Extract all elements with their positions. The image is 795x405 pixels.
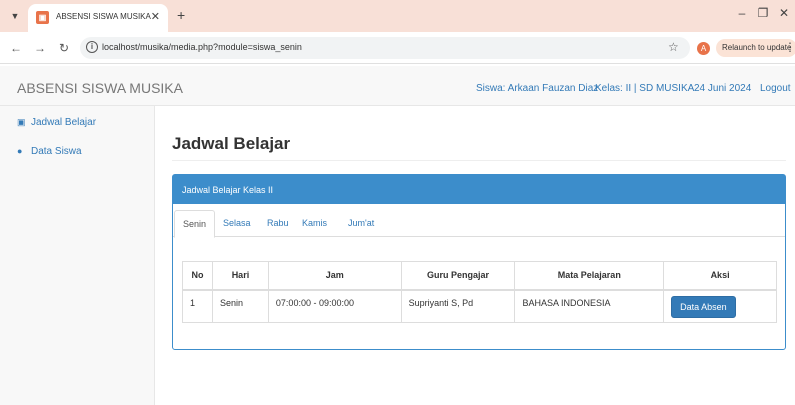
nav-date[interactable]: 24 Juni 2024 [694,83,751,94]
cell-mapel: BAHASA INDONESIA [514,289,665,323]
header-jam: Jam [267,261,402,291]
browser-tab-bar: ▼ ▣ ABSENSI SISWA MUSIKA ✕ + – ❐ ✕ [0,0,795,32]
page-title: Jadwal Belajar [172,134,291,153]
app-brand[interactable]: ABSENSI SISWA MUSIKA [17,80,183,96]
tab-senin[interactable]: Senin [174,210,216,238]
header-mapel: Mata Pelajaran [514,261,665,291]
panel-heading: Jadwal Belajar Kelas II [173,175,785,204]
bookmark-star-icon[interactable]: ☆ [668,40,679,54]
back-arrow-icon[interactable]: ← [9,41,23,55]
cell-aksi: Data Absen [663,289,777,323]
sidebar: ▣ Jadwal Belajar ● Data Siswa [0,106,155,405]
url-text[interactable]: localhost/musika/media.php?module=siswa_… [102,42,302,52]
header-aksi: Aksi [663,261,777,291]
nav-student[interactable]: Siswa: Arkaan Fauzan Diaz [476,83,598,94]
cell-hari: Senin [211,289,269,323]
users-icon: ● [17,146,23,156]
sidebar-item-label: Data Siswa [31,146,82,157]
logout-link[interactable]: Logout [760,83,791,94]
new-tab-icon[interactable]: + [177,7,185,23]
browser-tab[interactable]: ▣ ABSENSI SISWA MUSIKA ✕ [28,4,168,32]
header-guru: Guru Pengajar [400,261,516,291]
cell-no: 1 [182,289,213,323]
menu-kebab-icon[interactable]: ⋮ [784,40,795,54]
browser-toolbar: ← → ↻ i localhost/musika/media.php?modul… [0,32,795,64]
sidebar-item-jadwal-belajar[interactable]: ▣ Jadwal Belajar [17,117,96,128]
day-tabs: Senin Selasa Rabu Kamis Jum'at [173,210,785,238]
profile-avatar[interactable]: A [697,42,710,55]
tab-rabu[interactable]: Rabu [259,210,297,237]
schedule-table: No Hari Jam Guru Pengajar Mata Pelajaran… [182,261,777,323]
header-hari: Hari [211,261,269,291]
table-row: 1 Senin 07:00:00 - 09:00:00 Supriyanti S… [182,289,777,323]
forward-arrow-icon[interactable]: → [33,41,47,55]
tab-title: ABSENSI SISWA MUSIKA [56,12,151,21]
app-navbar: ABSENSI SISWA MUSIKA Siswa: Arkaan Fauza… [0,66,795,106]
image-icon: ▣ [17,117,26,127]
sidebar-item-data-siswa[interactable]: ● Data Siswa [17,146,82,157]
tab-jumat[interactable]: Jum'at [340,210,382,237]
address-bar[interactable]: i localhost/musika/media.php?module=sisw… [80,37,690,59]
sidebar-item-label: Jadwal Belajar [31,117,97,128]
data-absen-button[interactable]: Data Absen [671,295,736,318]
minimize-icon[interactable]: – [734,6,750,20]
favicon-icon: ▣ [36,11,49,24]
nav-class[interactable]: Kelas: II | SD MUSIKA [595,83,694,94]
tab-kamis[interactable]: Kamis [294,210,335,237]
panel-title: Jadwal Belajar Kelas II [182,185,274,195]
cell-jam: 07:00:00 - 09:00:00 [267,289,402,323]
reload-icon[interactable]: ↻ [57,41,71,55]
tab-close-icon[interactable]: ✕ [151,10,160,23]
site-info-icon[interactable]: i [86,41,98,53]
table-header-row: No Hari Jam Guru Pengajar Mata Pelajaran… [182,261,777,291]
schedule-panel: Jadwal Belajar Kelas II Senin Selasa Rab… [172,174,786,350]
tab-selasa[interactable]: Selasa [215,210,259,237]
window-close-icon[interactable]: ✕ [776,6,792,20]
header-no: No [182,261,213,291]
title-divider [172,160,786,161]
cell-guru: Supriyanti S, Pd [400,289,516,323]
restore-icon[interactable]: ❐ [755,6,771,20]
tab-search-chevron-icon[interactable]: ▼ [8,9,22,23]
